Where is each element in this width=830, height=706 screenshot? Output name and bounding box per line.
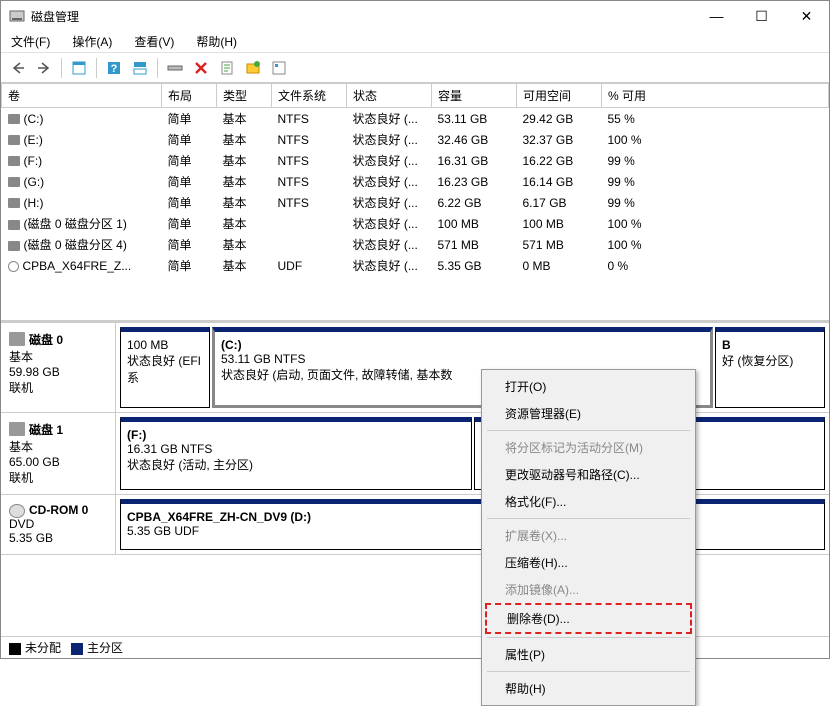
close-button[interactable]: ✕ — [784, 1, 829, 31]
ctx-format[interactable]: 格式化(F)... — [485, 488, 692, 515]
partition[interactable]: B 好 (恢复分区) — [715, 327, 825, 408]
disk-name: CD-ROM 0 — [29, 503, 107, 517]
minimize-button[interactable]: — — [694, 1, 739, 31]
ctx-shrink[interactable]: 压缩卷(H)... — [485, 549, 692, 576]
table-row[interactable]: (H:)简单基本NTFS状态良好 (...6.22 GB6.17 GB99 % — [2, 192, 829, 213]
col-fs[interactable]: 文件系统 — [272, 84, 347, 108]
col-type[interactable]: 类型 — [217, 84, 272, 108]
ctx-extend: 扩展卷(X)... — [485, 522, 692, 549]
table-row[interactable]: (F:)简单基本NTFS状态良好 (...16.31 GB16.22 GB99 … — [2, 150, 829, 171]
ctx-mark-active: 将分区标记为活动分区(M) — [485, 434, 692, 461]
menu-action[interactable]: 操作(A) — [68, 31, 116, 52]
svg-text:?: ? — [111, 63, 118, 75]
ctx-explorer[interactable]: 资源管理器(E) — [485, 400, 692, 427]
table-row[interactable]: (C:)简单基本NTFS状态良好 (...53.11 GB29.42 GB55 … — [2, 108, 829, 130]
disk-row[interactable]: 磁盘 0 基本 59.98 GB 联机 100 MB 状态良好 (EFI 系 (… — [1, 323, 829, 413]
col-volume[interactable]: 卷 — [2, 84, 162, 108]
disk-icon — [9, 422, 25, 436]
new-button[interactable] — [242, 57, 264, 79]
titlebar: 磁盘管理 — ☐ ✕ — [1, 1, 829, 31]
table-row[interactable]: (磁盘 0 磁盘分区 4)简单基本状态良好 (...571 MB571 MB10… — [2, 234, 829, 255]
disk-row[interactable]: CD-ROM 0 DVD 5.35 GB CPBA_X64FRE_ZH-CN_D… — [1, 495, 829, 555]
col-status[interactable]: 状态 — [347, 84, 432, 108]
col-capacity[interactable]: 容量 — [432, 84, 517, 108]
back-button[interactable] — [7, 57, 29, 79]
partition[interactable]: 100 MB 状态良好 (EFI 系 — [120, 327, 210, 408]
context-menu: 打开(O) 资源管理器(E) 将分区标记为活动分区(M) 更改驱动器号和路径(C… — [481, 369, 696, 706]
legend: 未分配 主分区 — [1, 636, 829, 658]
settings-button[interactable] — [268, 57, 290, 79]
disk-name: 磁盘 1 — [29, 421, 107, 438]
disk-graph-pane[interactable]: 磁盘 0 基本 59.98 GB 联机 100 MB 状态良好 (EFI 系 (… — [1, 323, 829, 636]
volume-table-pane[interactable]: 卷 布局 类型 文件系统 状态 容量 可用空间 % 可用 (C:)简单基本NTF… — [1, 83, 829, 323]
ctx-change-drive[interactable]: 更改驱动器号和路径(C)... — [485, 461, 692, 488]
table-row[interactable]: (E:)简单基本NTFS状态良好 (...32.46 GB32.37 GB100… — [2, 129, 829, 150]
view-top-button[interactable] — [129, 57, 151, 79]
col-layout[interactable]: 布局 — [162, 84, 217, 108]
refresh-button[interactable] — [164, 57, 186, 79]
disk-icon — [9, 332, 25, 346]
properties-button[interactable] — [216, 57, 238, 79]
app-icon — [9, 8, 25, 24]
menubar: 文件(F) 操作(A) 查看(V) 帮助(H) — [1, 31, 829, 53]
disk-row[interactable]: 磁盘 1 基本 65.00 GB 联机 (F:) 16.31 GB NTFS 状… — [1, 413, 829, 495]
table-row[interactable]: (磁盘 0 磁盘分区 1)简单基本状态良好 (...100 MB100 MB10… — [2, 213, 829, 234]
toolbar: ? — [1, 53, 829, 83]
ctx-open[interactable]: 打开(O) — [485, 373, 692, 400]
ctx-mirror: 添加镜像(A)... — [485, 576, 692, 603]
partition[interactable]: CPBA_X64FRE_ZH-CN_DV9 (D:) 5.35 GB UDF — [120, 499, 825, 550]
maximize-button[interactable]: ☐ — [739, 1, 784, 31]
table-row[interactable]: CPBA_X64FRE_Z...简单基本UDF状态良好 (...5.35 GB0… — [2, 255, 829, 276]
disk-name: 磁盘 0 — [29, 331, 107, 348]
table-row[interactable]: (G:)简单基本NTFS状态良好 (...16.23 GB16.14 GB99 … — [2, 171, 829, 192]
menu-view[interactable]: 查看(V) — [130, 31, 178, 52]
menu-help[interactable]: 帮助(H) — [192, 31, 241, 52]
forward-button[interactable] — [33, 57, 55, 79]
cdrom-icon — [9, 504, 25, 518]
col-free[interactable]: 可用空间 — [517, 84, 602, 108]
ctx-delete-volume[interactable]: 删除卷(D)... — [485, 603, 692, 634]
window-title: 磁盘管理 — [31, 8, 694, 25]
delete-button[interactable] — [190, 57, 212, 79]
view-large-button[interactable] — [68, 57, 90, 79]
col-percent[interactable]: % 可用 — [602, 84, 829, 108]
help-button[interactable]: ? — [103, 57, 125, 79]
menu-file[interactable]: 文件(F) — [7, 31, 54, 52]
ctx-help[interactable]: 帮助(H) — [485, 675, 692, 702]
ctx-properties[interactable]: 属性(P) — [485, 641, 692, 668]
partition[interactable]: (F:) 16.31 GB NTFS 状态良好 (活动, 主分区) — [120, 417, 472, 490]
